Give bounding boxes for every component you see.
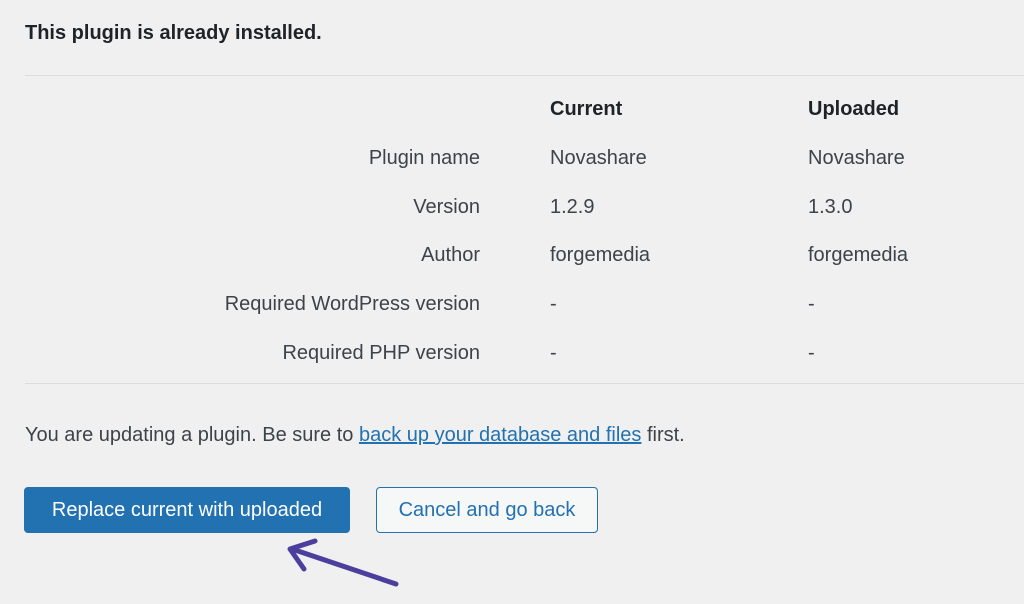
row-label: Plugin name	[368, 147, 480, 169]
uploaded-value: -	[808, 342, 815, 364]
warning-suffix: first.	[641, 424, 685, 446]
table-row: Author forgemedia forgemedia	[25, 231, 1024, 279]
notice-heading: This plugin is already installed.	[25, 22, 322, 44]
current-value: 1.2.9	[550, 196, 595, 218]
uploaded-value: -	[808, 293, 815, 315]
table-row: Required WordPress version - -	[25, 280, 1024, 328]
arrow-icon	[287, 538, 399, 587]
warning-prefix: You are updating a plugin. Be sure to	[25, 424, 359, 446]
current-value: -	[550, 293, 557, 315]
row-label: Author	[421, 244, 480, 266]
table-row: Plugin name Novashare Novashare	[25, 134, 1024, 182]
table-row: Required PHP version - -	[25, 329, 1024, 377]
table-header-row: Current Uploaded	[25, 85, 1024, 133]
backup-warning: You are updating a plugin. Be sure to ba…	[25, 424, 685, 447]
row-label: Version	[413, 196, 480, 218]
row-label: Required WordPress version	[224, 293, 480, 315]
column-header-current: Current	[550, 98, 623, 120]
backup-link[interactable]: back up your database and files	[359, 424, 641, 446]
replace-current-button[interactable]: Replace current with uploaded	[24, 487, 350, 533]
current-value: -	[550, 342, 557, 364]
uploaded-value: forgemedia	[808, 244, 909, 266]
row-label: Required PHP version	[282, 342, 480, 364]
uploaded-value: 1.3.0	[808, 196, 853, 218]
table-row: Version 1.2.9 1.3.0	[25, 183, 1024, 231]
divider-top	[25, 75, 1024, 76]
divider-bottom	[25, 383, 1024, 384]
current-value: Novashare	[550, 147, 647, 169]
cancel-button[interactable]: Cancel and go back	[376, 487, 598, 533]
plugin-install-page: This plugin is already installed. Curren…	[0, 0, 1024, 604]
column-header-uploaded: Uploaded	[808, 98, 900, 120]
uploaded-value: Novashare	[808, 147, 905, 169]
current-value: forgemedia	[550, 244, 651, 266]
